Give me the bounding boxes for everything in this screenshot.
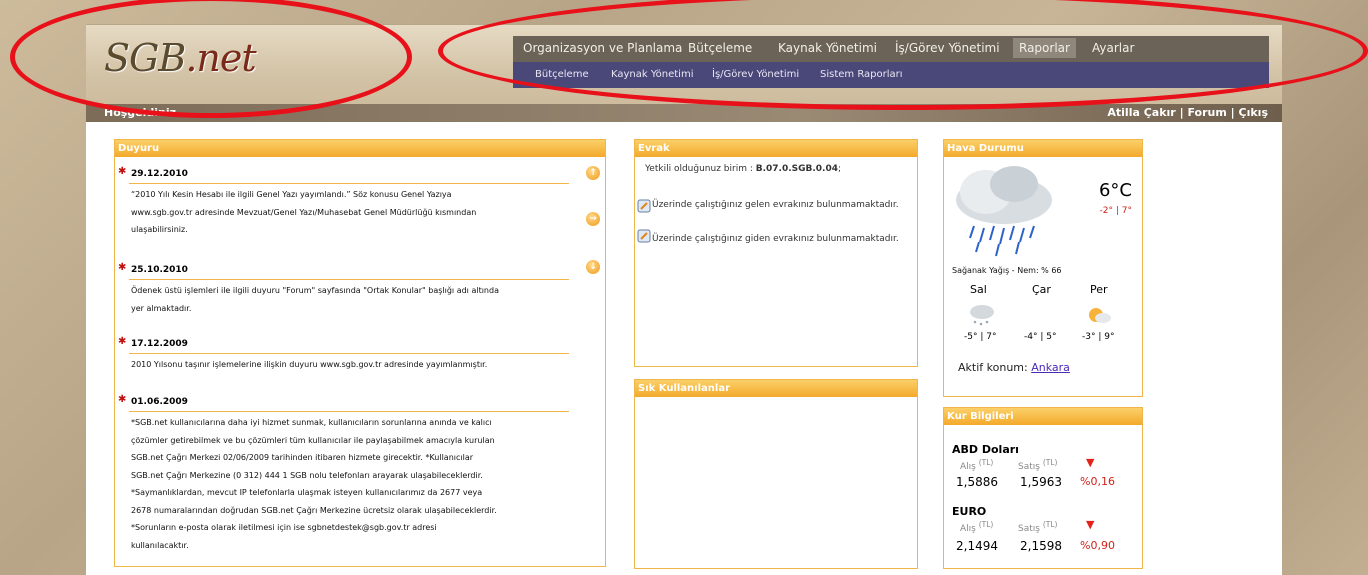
top-nav: Organizasyon ve Planlama Bütçeleme Kayna… (513, 36, 1269, 62)
divider (129, 183, 569, 184)
announcement-body: 2010 Yılsonu taşınır işlemelerine ilişki… (131, 360, 488, 369)
announcement-date: 29.12.2010 (131, 169, 188, 179)
down-red-arrow-icon: ▼ (1086, 518, 1095, 531)
weather-panel: Hava Durumu 6°C -2° | 7° Sağanak Yağış -… (943, 139, 1143, 397)
panel-title: Sık Kullanılanlar (635, 380, 917, 397)
down-arrow-icon[interactable]: ↓ (586, 260, 600, 274)
documents-panel: Evrak Yetkili olduğunuz birim : B.07.0.S… (634, 139, 918, 367)
subnav-sistem-raporlari[interactable]: Sistem Raporları (820, 69, 903, 80)
panel-title: Evrak (635, 140, 917, 157)
flag-icon: ✱ (118, 394, 127, 405)
forecast-range: -5° | 7° (964, 332, 997, 342)
current-temperature: 6°C (1098, 180, 1132, 201)
divider (129, 411, 569, 412)
welcome-text: Hoşgeldiniz. (104, 106, 181, 119)
buy-rate: 1,5886 (956, 475, 998, 489)
sun-icon (1084, 305, 1112, 329)
currency-name: EURO (952, 505, 987, 518)
welcome-bar (86, 104, 1282, 122)
announcement-item: ✱ 29.12.2010 “2010 Yılı Kesin Hesabı ile… (115, 166, 569, 246)
separator: | (1179, 106, 1184, 119)
sell-label: Satış (TL) (1018, 458, 1058, 472)
forecast-day: Sal (970, 283, 987, 296)
announcement-date: 17.12.2009 (131, 339, 188, 349)
nav-ayarlar[interactable]: Ayarlar (1092, 41, 1134, 55)
flag-icon: ✱ (118, 336, 127, 347)
announcement-date: 25.10.2010 (131, 265, 188, 275)
logo[interactable]: SGB.net (104, 36, 257, 80)
panel-title: Duyuru (115, 140, 605, 157)
logout-link[interactable]: Çıkış (1239, 106, 1268, 119)
nav-kaynak[interactable]: Kaynak Yönetimi (778, 41, 877, 55)
active-location: Aktif konum: Ankara (958, 361, 1070, 374)
announcement-body: “2010 Yılı Kesin Hesabı ile ilgili Genel… (131, 190, 477, 234)
announcement-item: ✱ 17.12.2009 2010 Yılsonu taşınır işleme… (115, 336, 569, 381)
user-links: Atilla Çakır | Forum | Çıkış (1107, 106, 1268, 119)
up-arrow-icon[interactable]: ↑ (586, 166, 600, 180)
sell-rate: 2,1598 (1020, 539, 1062, 553)
document-icon (637, 228, 651, 247)
buy-rate: 2,1494 (956, 539, 998, 553)
forecast-range: -3° | 9° (1082, 332, 1115, 342)
subnav-butceleme[interactable]: Bütçeleme (535, 69, 589, 80)
panel-title: Kur Bilgileri (944, 408, 1142, 425)
announcement-item: ✱ 01.06.2009 *SGB.net kullanıcılarına da… (115, 394, 569, 564)
right-arrow-icon[interactable]: → (586, 212, 600, 226)
forum-link[interactable]: Forum (1187, 106, 1226, 119)
announcements-panel: Duyuru ✱ 29.12.2010 “2010 Yılı Kesin Hes… (114, 139, 606, 567)
temperature-range: -2° | 7° (1099, 206, 1132, 216)
sell-label: Satış (TL) (1018, 520, 1058, 534)
incoming-documents-text: Üzerinde çalıştığınız gelen evrakınız bu… (652, 200, 899, 210)
divider (129, 353, 569, 354)
subnav-is-gorev[interactable]: İş/Görev Yönetimi (712, 69, 799, 80)
location-link[interactable]: Ankara (1031, 361, 1070, 374)
subnav-kaynak[interactable]: Kaynak Yönetimi (611, 69, 693, 80)
forecast-range: -4° | 5° (1024, 332, 1057, 342)
panel-title: Hava Durumu (944, 140, 1142, 157)
flag-icon: ✱ (118, 262, 127, 273)
document-icon (637, 198, 651, 217)
exchange-rates-panel: Kur Bilgileri ABD Doları Alış (TL) Satış… (943, 407, 1143, 569)
announcement-item: ✱ 25.10.2010 Ödenek üstü işlemleri ile i… (115, 262, 569, 322)
buy-label: Alış (TL) (960, 458, 994, 472)
rain-cloud-icon (952, 162, 1056, 264)
currency-name: ABD Doları (952, 443, 1019, 456)
nav-organizasyon[interactable]: Organizasyon ve Planlama (523, 41, 682, 55)
announcement-body: *SGB.net kullanıcılarına daha iyi hizmet… (131, 418, 497, 550)
nav-is-gorev[interactable]: İş/Görev Yönetimi (895, 41, 1000, 55)
rate-change: %0,16 (1080, 475, 1115, 488)
buy-label: Alış (TL) (960, 520, 994, 534)
nav-raporlar[interactable]: Raporlar (1013, 38, 1076, 58)
forecast-day: Per (1090, 283, 1108, 296)
forecast-day: Çar (1032, 283, 1051, 296)
nav-butceleme[interactable]: Bütçeleme (688, 41, 752, 55)
rate-change: %0,90 (1080, 539, 1115, 552)
divider (129, 279, 569, 280)
down-red-arrow-icon: ▼ (1086, 456, 1095, 469)
outgoing-documents-text: Üzerinde çalıştığınız giden evrakınız bu… (652, 234, 899, 244)
favorites-panel: Sık Kullanılanlar (634, 379, 918, 569)
announcement-date: 01.06.2009 (131, 397, 188, 407)
snow-cloud-icon (968, 303, 996, 331)
unit-info: Yetkili olduğunuz birim : B.07.0.SGB.0.0… (645, 164, 842, 174)
weather-description: Sağanak Yağış - Nem: % 66 (952, 266, 1062, 275)
sell-rate: 1,5963 (1020, 475, 1062, 489)
sub-nav: Bütçeleme Kaynak Yönetimi İş/Görev Yönet… (513, 62, 1269, 88)
separator: | (1230, 106, 1235, 119)
flag-icon: ✱ (118, 166, 127, 177)
user-name-link[interactable]: Atilla Çakır (1107, 106, 1175, 119)
announcement-body: Ödenek üstü işlemleri ile ilgili duyuru … (131, 286, 499, 313)
